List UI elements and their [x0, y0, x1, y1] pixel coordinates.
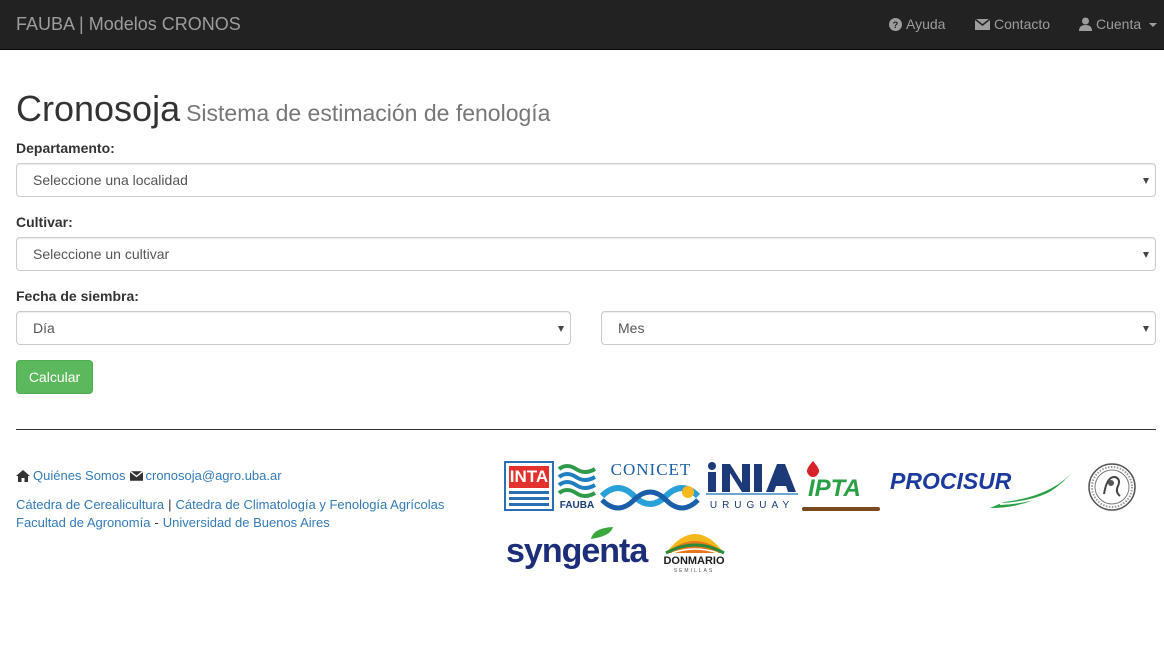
- top-navbar: FAUBA | Modelos CRONOS ? Ayuda Contacto …: [0, 0, 1164, 50]
- universidad-link[interactable]: Universidad de Buenos Aires: [163, 515, 330, 531]
- conicet-wave-icon: [600, 485, 700, 511]
- question-circle-icon: ?: [889, 17, 902, 31]
- climatologia-link[interactable]: Cátedra de Climatología y Fenología Agrí…: [176, 497, 445, 513]
- donmario-sun-icon: [665, 534, 725, 555]
- dia-value: Día: [33, 320, 55, 336]
- envelope-icon: [975, 18, 990, 30]
- inia-mark-icon: [706, 462, 798, 495]
- dropdown-arrow-icon: [558, 326, 564, 332]
- cerealicultura-link[interactable]: Cátedra de Cerealicultura: [16, 497, 164, 513]
- fauba-logo-text: FAUBA: [559, 500, 595, 511]
- cultivar-value: Seleccione un cultivar: [33, 246, 170, 262]
- cultivar-select[interactable]: Seleccione un cultivar: [16, 237, 1156, 271]
- ipta-logo: IPTA: [802, 460, 882, 514]
- svg-text:?: ?: [893, 20, 899, 30]
- inia-logo: URUGUAY: [706, 461, 798, 513]
- inta-logo-text: INTA: [509, 466, 549, 488]
- inia-country-text: URUGUAY: [709, 500, 795, 511]
- page-subtitle: Sistema de estimación de fenología: [186, 100, 551, 126]
- nav-help-label: Ayuda: [906, 16, 946, 32]
- ipta-underline: [802, 507, 880, 511]
- fecha-siembra-label: Fecha de siembra:: [16, 288, 139, 304]
- footer-contact-line: Quiénes Somos cronosoja@agro.uba.ar: [16, 468, 282, 484]
- departamento-value: Seleccione una localidad: [33, 172, 188, 188]
- nav-help-link[interactable]: ? Ayuda: [889, 15, 945, 33]
- departamento-label: Departamento:: [16, 140, 115, 156]
- footer-facultad-line: Facultad de Agronomía - Universidad de B…: [16, 515, 330, 531]
- navbar-brand[interactable]: FAUBA | Modelos CRONOS: [16, 14, 241, 34]
- nav-contact-link[interactable]: Contacto: [975, 15, 1050, 33]
- nav-contact-label: Contacto: [994, 16, 1051, 32]
- separator-pipe: |: [168, 497, 172, 512]
- procisur-logo: PROCISUR: [888, 462, 1082, 512]
- dropdown-arrow-icon: [1143, 178, 1149, 184]
- dia-select[interactable]: Día: [16, 311, 571, 345]
- envelope-icon: [129, 471, 143, 481]
- uba-seal-logo: [1087, 462, 1137, 512]
- mes-select[interactable]: Mes: [601, 311, 1156, 345]
- inta-stripe: [509, 491, 549, 494]
- fauba-logo: FAUBA: [557, 461, 597, 513]
- uba-seal-icon: [1088, 463, 1136, 511]
- about-link[interactable]: Quiénes Somos: [33, 468, 126, 484]
- conicet-logo-text: CONICET: [610, 460, 692, 479]
- home-icon: [16, 470, 30, 482]
- donmario-sub-text: SEMILLAS: [673, 568, 715, 574]
- nav-account-dropdown[interactable]: Cuenta: [1079, 15, 1158, 33]
- inta-stripe: [509, 497, 549, 500]
- dropdown-arrow-icon: [1143, 252, 1149, 258]
- footer-catedras-line: Cátedra de Cerealicultura | Cátedra de C…: [16, 497, 444, 513]
- syngenta-logo-text: syngenta: [506, 532, 648, 570]
- dropdown-arrow-icon: [1143, 326, 1149, 332]
- user-icon: [1079, 17, 1092, 31]
- footer-divider: [16, 429, 1156, 430]
- donmario-logo-text: DONMARIO: [663, 555, 725, 567]
- separator-dash: -: [154, 515, 159, 530]
- page-title: Cronosoja: [16, 88, 181, 129]
- donmario-logo: DONMARIO SEMILLAS: [658, 523, 730, 575]
- inta-stripe: [509, 503, 549, 506]
- email-link[interactable]: cronosoja@agro.uba.ar: [146, 468, 282, 484]
- syngenta-logo: syngenta: [505, 526, 655, 572]
- departamento-select[interactable]: Seleccione una localidad: [16, 163, 1156, 197]
- page-header: Cronosoja Sistema de estimación de fenolo…: [16, 89, 550, 129]
- procisur-logo-text: PROCISUR: [890, 468, 1012, 494]
- nav-account-label: Cuenta: [1096, 16, 1142, 32]
- facultad-link[interactable]: Facultad de Agronomía: [16, 515, 150, 531]
- ipta-logo-text: IPTA: [808, 475, 861, 502]
- conicet-logo: CONICET: [600, 460, 702, 514]
- inta-logo: INTA: [504, 461, 554, 511]
- calcular-button[interactable]: Calcular: [16, 360, 93, 394]
- mes-value: Mes: [618, 320, 645, 336]
- cultivar-label: Cultivar:: [16, 214, 73, 230]
- fauba-emblem-icon: [557, 461, 597, 498]
- caret-down-icon: [1149, 22, 1158, 27]
